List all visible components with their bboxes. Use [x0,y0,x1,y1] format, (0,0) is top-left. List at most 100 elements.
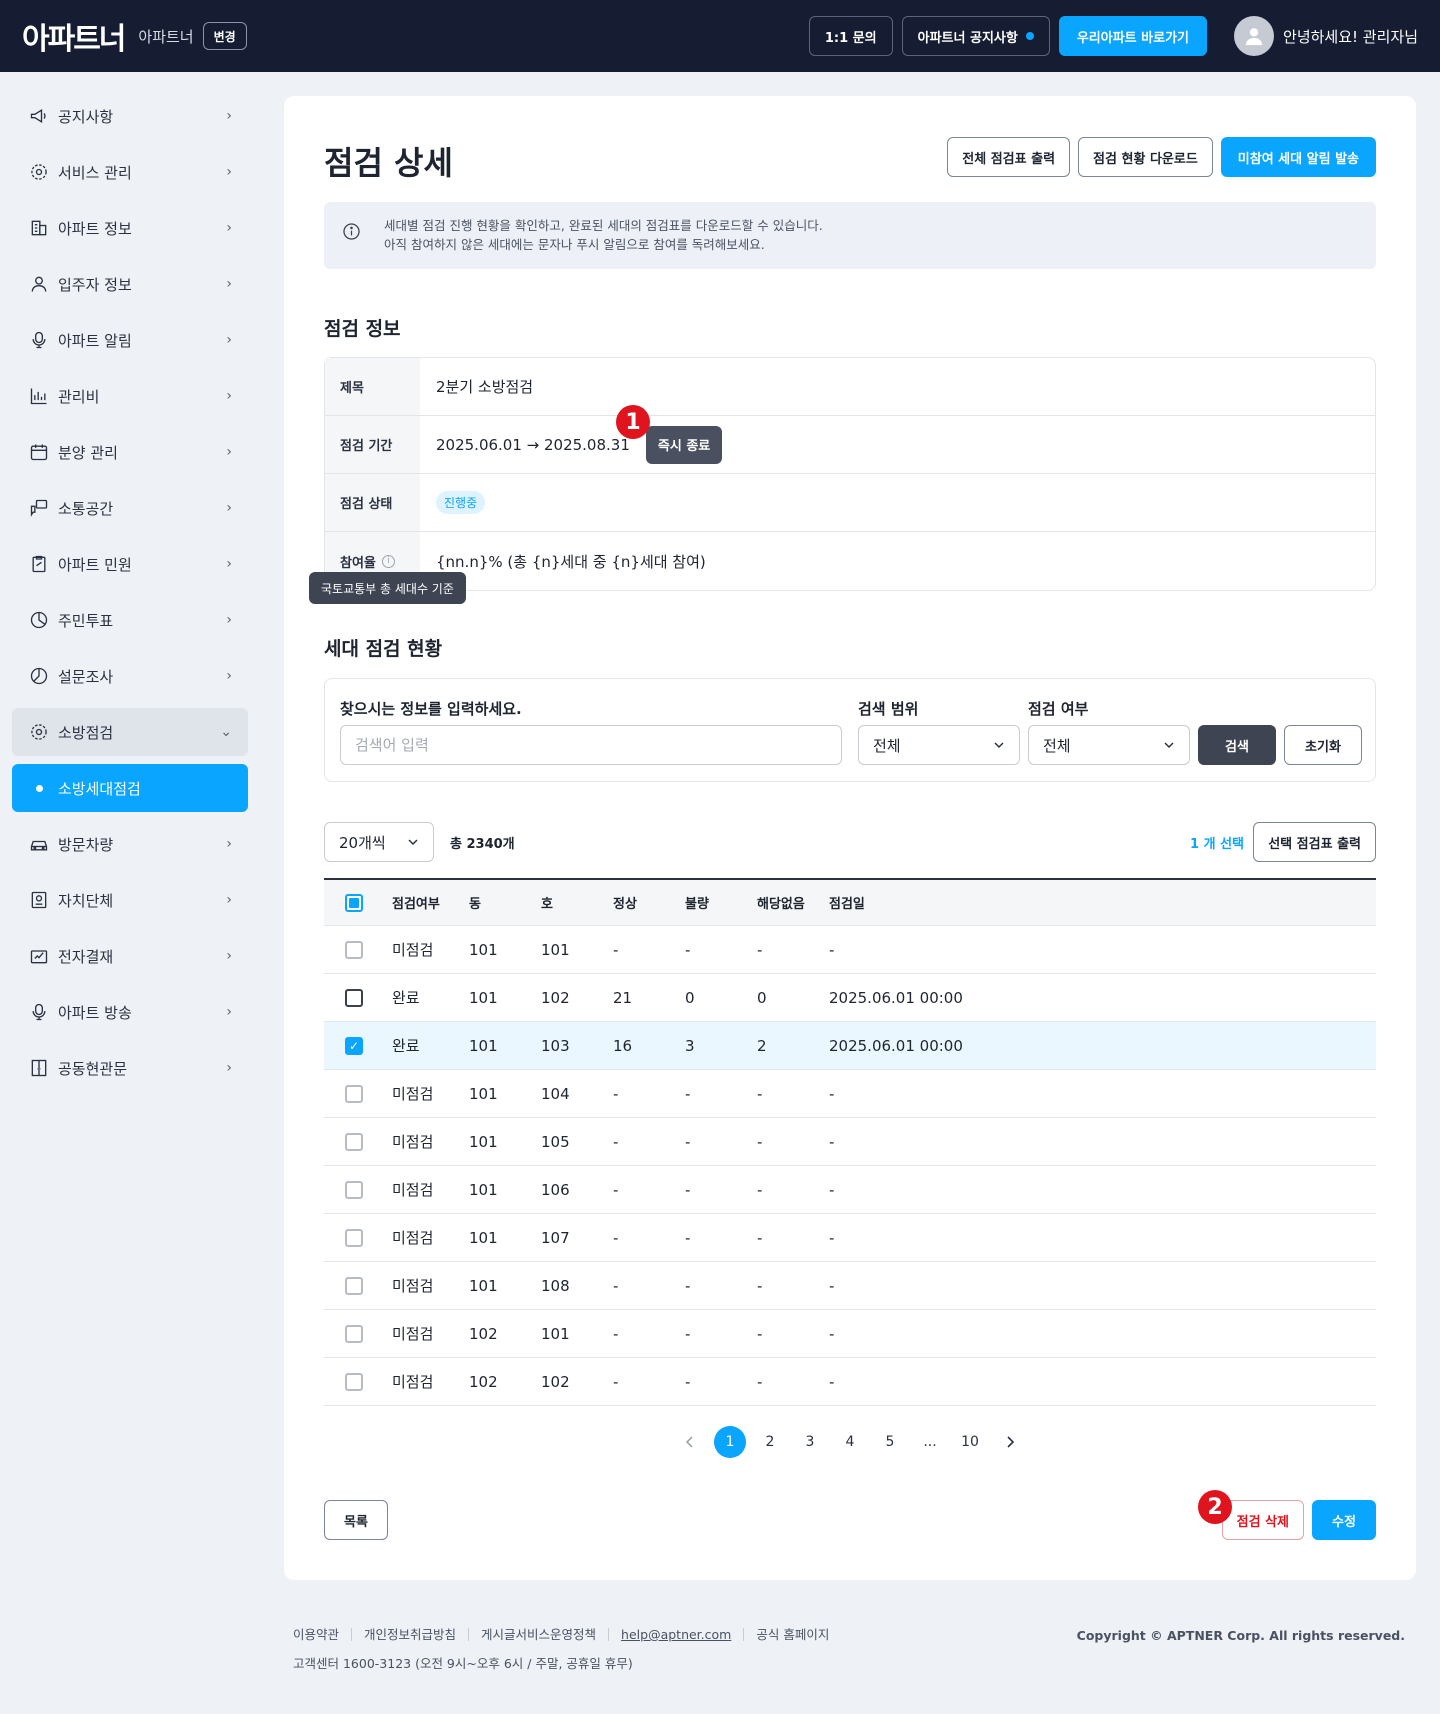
sidebar-item-complaints[interactable]: 아파트 민원 › [12,540,248,588]
sidebar-item-fire-household-inspection[interactable]: 소방세대점검 [12,764,248,812]
row-checkbox-cell [324,988,392,1007]
row-checkbox[interactable] [345,1276,363,1295]
column-header[interactable]: 호 [541,893,613,912]
done-select[interactable]: 전체 [1028,725,1190,765]
next-page-icon[interactable] [994,1426,1026,1458]
row-checkbox[interactable] [345,988,363,1007]
row-checkbox[interactable] [345,1372,363,1391]
chevron-right-icon: › [226,388,232,404]
row-checkbox[interactable] [345,1180,363,1199]
page-button[interactable]: 2 [754,1426,786,1458]
reset-button[interactable]: 초기화 [1284,725,1362,765]
row-checkbox[interactable] [345,1324,363,1343]
sidebar-item-visitor-vehicle[interactable]: 방문차량 › [12,820,248,868]
row-checkbox[interactable] [345,940,363,959]
per-page-value: 20개씩 [339,833,386,852]
email-link[interactable]: help@aptner.com [609,1628,745,1641]
notify-non-participants-button[interactable]: 미참여 세대 알림 발송 [1220,137,1376,177]
list-button[interactable]: 목록 [324,1500,388,1540]
sidebar-item-sales[interactable]: 분양 관리 › [12,428,248,476]
sidebar-item-service[interactable]: 서비스 관리 › [12,148,248,196]
page-button[interactable]: ... [914,1426,946,1458]
chevron-right-icon: › [226,556,232,572]
table-row[interactable]: 미점검 102 102 - - - - [324,1358,1376,1406]
print-selected-button[interactable]: 선택 점검표 출력 [1253,822,1376,862]
end-now-button[interactable]: 즉시 종료 [645,425,723,464]
customer-center: 고객센터 1600-3123 (오전 9시~오후 6시 / 주말, 공휴일 휴무… [293,1656,633,1671]
table-row[interactable]: 완료 101 102 21 0 0 2025.06.01 00:00 [324,974,1376,1022]
page-button[interactable]: 3 [794,1426,826,1458]
go-my-apartment-button[interactable]: 우리아파트 바로가기 [1058,16,1208,56]
column-header[interactable]: 불량 [685,893,757,912]
sidebar-item-survey[interactable]: 설문조사 › [12,652,248,700]
print-all-checklists-button[interactable]: 전체 점검표 출력 [947,137,1071,177]
sidebar-item-notice[interactable]: 공지사항 › [12,92,248,140]
page-button[interactable]: 4 [834,1426,866,1458]
sidebar-item-apartment-alert[interactable]: 아파트 알림 › [12,316,248,364]
sidebar-item-label: 분양 관리 [58,443,118,462]
sidebar-item-community[interactable]: 소통공간 › [12,484,248,532]
table-row[interactable]: 미점검 101 105 - - - - [324,1118,1376,1166]
terms-link[interactable]: 이용약관 [293,1628,353,1641]
prev-page-icon[interactable] [674,1426,706,1458]
table-row[interactable]: 미점검 101 108 - - - - [324,1262,1376,1310]
page-button[interactable]: 5 [874,1426,906,1458]
sidebar-item-broadcast[interactable]: 아파트 방송 › [12,988,248,1036]
download-status-button[interactable]: 점검 현황 다운로드 [1078,137,1213,177]
notice-line-2: 아직 참여하지 않은 세대에는 문자나 푸시 알림으로 참여를 독려해보세요. [384,237,765,252]
cell-ho: 102 [541,988,570,1007]
column-header[interactable]: 점검일 [829,893,1376,912]
info-row-rate: 참여율 i {nn.n}% (총 {n}세대 중 {n}세대 참여) [325,532,1375,590]
post-policy-link[interactable]: 게시글서비스운영정책 [469,1628,610,1641]
sidebar-item-self-government[interactable]: 자치단체 › [12,876,248,924]
cell-ho: 104 [541,1084,570,1103]
table-row[interactable]: 미점검 101 101 - - - - [324,926,1376,974]
search-button[interactable]: 검색 [1198,725,1276,765]
user-menu[interactable]: 안녕하세요! 관리자님 [1234,16,1418,56]
edit-button[interactable]: 수정 [1312,1500,1376,1540]
sidebar-item-fees[interactable]: 관리비 › [12,372,248,420]
sidebar-item-label: 서비스 관리 [58,163,132,182]
aptner-notice-button[interactable]: 아파트너 공지사항 [901,16,1050,56]
delete-inspection-button[interactable]: 점검 삭제 [1221,1500,1304,1540]
app-logo[interactable]: 아파트너 [22,14,126,58]
row-checkbox[interactable]: ✓ [345,1036,363,1055]
table-row[interactable]: 미점검 101 106 - - - - [324,1166,1376,1214]
status-cell: 진행중 [420,474,1375,531]
select-all-checkbox[interactable] [345,893,363,912]
table-row[interactable]: ✓ 완료 101 103 16 3 2 2025.06.01 00:00 [324,1022,1376,1070]
sidebar-item-entrance-door[interactable]: 공동현관문 › [12,1044,248,1092]
change-apartment-button[interactable]: 변경 [202,22,247,50]
cell-status: 미점검 [392,1373,434,1391]
search-input[interactable] [340,725,842,765]
sidebar-item-fire-inspection[interactable]: 소방점검 ⌄ [12,708,248,756]
chevron-right-icon: › [226,500,232,516]
table-row[interactable]: 미점검 102 101 - - - - [324,1310,1376,1358]
sidebar-item-resident-info[interactable]: 입주자 정보 › [12,260,248,308]
sidebar-item-apartment-info[interactable]: 아파트 정보 › [12,204,248,252]
chevron-right-icon: › [226,444,232,460]
homepage-link[interactable]: 공식 홈페이지 [744,1628,841,1641]
chevron-right-icon: › [226,276,232,292]
row-checkbox-cell [324,1276,392,1295]
chat-icon [30,499,48,517]
inquiry-button[interactable]: 1:1 문의 [808,16,893,56]
row-checkbox[interactable] [345,1084,363,1103]
page-button[interactable]: 1 [714,1426,746,1458]
column-header[interactable]: 동 [469,893,541,912]
row-checkbox[interactable] [345,1228,363,1247]
table-row[interactable]: 미점검 101 104 - - - - [324,1070,1376,1118]
column-header[interactable]: 정상 [613,893,685,912]
privacy-link[interactable]: 개인정보취급방침 [352,1628,470,1641]
sidebar-item-e-approval[interactable]: 전자결재 › [12,932,248,980]
page-button[interactable]: 10 [954,1426,986,1458]
row-checkbox[interactable] [345,1132,363,1151]
sidebar-item-vote[interactable]: 주민투표 › [12,596,248,644]
column-header[interactable]: 해당없음 [757,893,829,912]
rate-info-icon[interactable]: i [381,554,395,568]
column-header[interactable]: 점검여부 [392,893,469,912]
per-page-select[interactable]: 20개씩 [324,822,434,862]
select-all-cell [324,893,392,912]
table-row[interactable]: 미점검 101 107 - - - - [324,1214,1376,1262]
range-select[interactable]: 전체 [858,725,1020,765]
